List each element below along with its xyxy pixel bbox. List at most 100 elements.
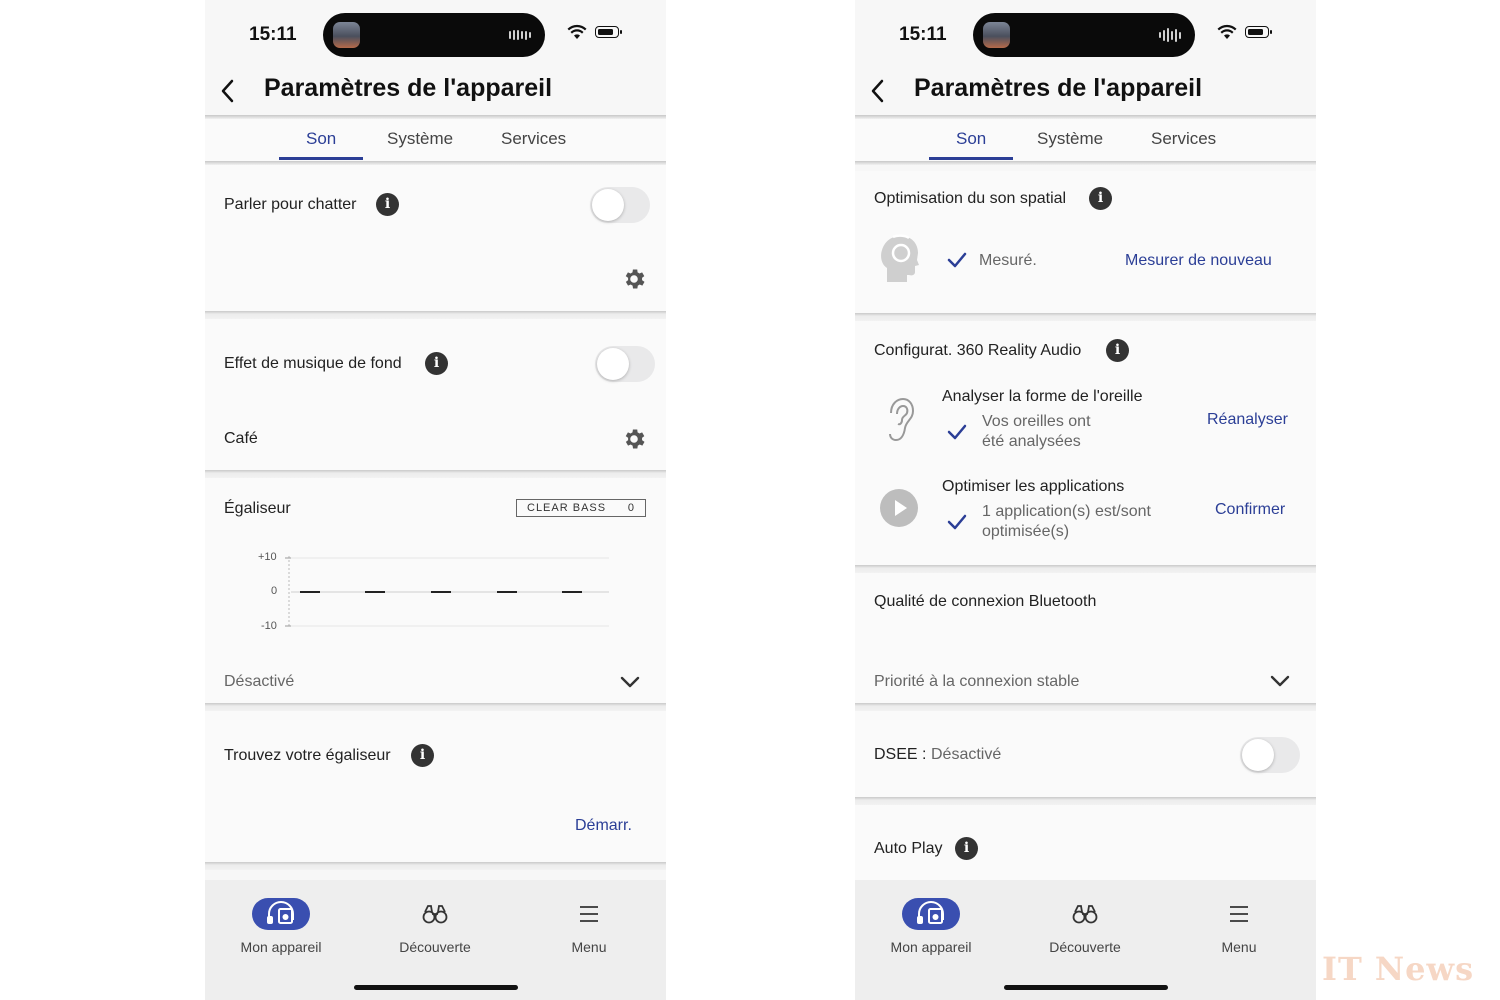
auto-play-section: Auto Play i <box>855 805 1316 880</box>
info-icon[interactable]: i <box>955 837 978 860</box>
bluetooth-quality-section: Qualité de connexion Bluetooth Priorité … <box>855 573 1316 703</box>
section-divider <box>205 862 666 870</box>
now-playing-artwork <box>983 22 1010 48</box>
spatial-sound-label: Optimisation du son spatial <box>874 190 1067 207</box>
tab-systeme[interactable]: Système <box>387 129 453 149</box>
speak-to-chat-section: Parler pour chatter i <box>205 165 666 311</box>
section-divider <box>205 311 666 319</box>
nav-my-device[interactable]: Mon appareil <box>881 898 981 955</box>
ear-analysis-status-line1: Vos oreilles ont <box>982 413 1091 430</box>
dsee-value: Désactivé <box>931 746 1002 763</box>
dsee-label: DSEE : <box>874 746 927 763</box>
wifi-icon <box>1217 24 1237 39</box>
play-circle-icon <box>880 489 918 527</box>
audio-wave-icon <box>1159 28 1181 42</box>
find-equalizer-section: Trouvez votre égaliseur i Démarr. <box>205 711 666 862</box>
nav-menu[interactable]: Menu <box>539 898 639 955</box>
clear-bass-badge: CLEAR BASS 0 <box>516 499 646 517</box>
background-music-preset: Café <box>224 430 258 447</box>
info-icon[interactable]: i <box>1089 187 1112 210</box>
tab-son[interactable]: Son <box>956 129 986 149</box>
section-divider <box>855 565 1316 573</box>
hamburger-menu-icon <box>560 898 618 930</box>
info-icon[interactable]: i <box>411 744 434 767</box>
nav-label: Découverte <box>399 939 471 955</box>
equalizer-label: Égaliseur <box>224 500 291 517</box>
tab-services[interactable]: Services <box>1151 129 1216 149</box>
page-title: Paramètres de l'appareil <box>914 74 1203 102</box>
binoculars-icon <box>1056 898 1114 930</box>
wifi-icon <box>567 24 587 39</box>
device-icon <box>252 898 310 930</box>
active-tab-indicator <box>929 157 1013 160</box>
equalizer-graph <box>285 556 609 627</box>
chevron-down-icon[interactable] <box>619 675 641 689</box>
background-music-section: Effet de musique de fond i Café <box>205 319 666 470</box>
info-icon[interactable]: i <box>1106 339 1129 362</box>
equalizer-preset-select[interactable]: Désactivé <box>224 673 294 691</box>
status-bar: 15:11 <box>205 0 666 70</box>
optimize-apps-status-line2: optimisée(s) <box>982 523 1070 540</box>
bluetooth-quality-label: Qualité de connexion Bluetooth <box>874 593 1097 610</box>
tab-systeme[interactable]: Système <box>1037 129 1103 149</box>
eq-tick-label: -10 <box>261 620 277 632</box>
reality-audio-label: Configurat. 360 Reality Audio <box>874 342 1082 359</box>
ear-analysis-status-line2: été analysées <box>982 433 1081 450</box>
battery-icon <box>1245 26 1272 38</box>
tab-son[interactable]: Son <box>306 129 336 149</box>
find-equalizer-start-link[interactable]: Démarr. <box>575 817 632 835</box>
back-arrow-icon[interactable] <box>865 77 893 105</box>
eq-tick-label: +10 <box>258 551 277 563</box>
section-divider <box>205 703 666 711</box>
background-music-toggle[interactable] <box>595 346 655 382</box>
section-divider <box>205 470 666 478</box>
chevron-down-icon[interactable] <box>1269 674 1291 688</box>
confirm-link[interactable]: Confirmer <box>1215 501 1285 519</box>
nav-label: Mon appareil <box>890 939 972 955</box>
dynamic-island <box>323 13 545 57</box>
section-divider <box>855 313 1316 321</box>
clear-bass-value: 0 <box>627 502 635 514</box>
nav-my-device[interactable]: Mon appareil <box>231 898 331 955</box>
dsee-section: DSEE : Désactivé <box>855 711 1316 797</box>
gear-icon[interactable] <box>621 266 647 292</box>
gear-icon[interactable] <box>621 426 647 452</box>
section-divider <box>855 703 1316 711</box>
status-time: 15:11 <box>899 24 947 45</box>
auto-play-label: Auto Play <box>874 840 943 857</box>
checkmark-icon <box>947 424 967 440</box>
bottom-navigation: Mon appareil Découverte Menu <box>205 880 666 1000</box>
background-music-label: Effet de musique de fond <box>224 355 402 372</box>
nav-menu[interactable]: Menu <box>1189 898 1289 955</box>
tab-services[interactable]: Services <box>501 129 566 149</box>
tab-bar: Son Système Services <box>855 119 1316 161</box>
section-divider <box>855 797 1316 805</box>
speak-to-chat-toggle[interactable] <box>590 187 650 223</box>
home-indicator[interactable] <box>1004 985 1168 990</box>
nav-label: Découverte <box>1049 939 1121 955</box>
home-indicator[interactable] <box>354 985 518 990</box>
app-header: Paramètres de l'appareil <box>855 70 1316 115</box>
checkmark-icon <box>947 514 967 530</box>
reality-audio-section: Configurat. 360 Reality Audio i Analyser… <box>855 321 1316 565</box>
reanalyze-link[interactable]: Réanalyser <box>1207 411 1288 429</box>
measure-again-link[interactable]: Mesurer de nouveau <box>1125 252 1272 270</box>
device-icon <box>902 898 960 930</box>
status-time: 15:11 <box>249 24 297 45</box>
eq-tick-label: 0 <box>271 585 278 597</box>
tab-bar: Son Système Services <box>205 119 666 161</box>
bluetooth-quality-select[interactable]: Priorité à la connexion stable <box>874 673 1079 691</box>
nav-label: Menu <box>1221 939 1257 955</box>
back-arrow-icon[interactable] <box>215 77 243 105</box>
find-equalizer-label: Trouvez votre égaliseur <box>224 747 391 764</box>
dynamic-island <box>973 13 1195 57</box>
binoculars-icon <box>406 898 464 930</box>
nav-label: Mon appareil <box>240 939 322 955</box>
speak-to-chat-label: Parler pour chatter <box>224 196 357 213</box>
info-icon[interactable]: i <box>376 193 399 216</box>
nav-discovery[interactable]: Découverte <box>385 898 485 955</box>
clear-bass-label: CLEAR BASS <box>527 502 607 514</box>
nav-discovery[interactable]: Découverte <box>1035 898 1135 955</box>
dsee-toggle[interactable] <box>1240 737 1300 773</box>
info-icon[interactable]: i <box>425 352 448 375</box>
